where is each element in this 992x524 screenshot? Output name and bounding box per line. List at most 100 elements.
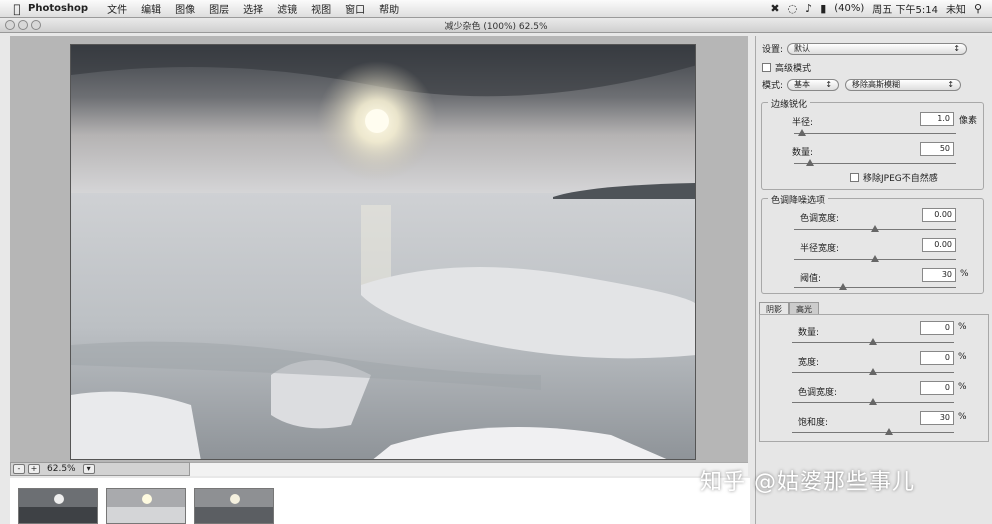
group-title: 色调降噪选项: [768, 193, 829, 206]
menu-file[interactable]: 文件: [100, 1, 134, 16]
shadow-width-slider-handle[interactable]: [869, 368, 877, 375]
battery-icon[interactable]: ▮: [820, 2, 826, 15]
battery-percent: (40%): [834, 3, 865, 14]
thumbnail-strip: [10, 478, 750, 524]
amount-slider-track[interactable]: [794, 163, 956, 164]
radius-width-slider-handle[interactable]: [871, 255, 879, 262]
apple-icon[interactable]: : [6, 2, 28, 16]
advanced-checkbox[interactable]: [762, 63, 771, 72]
status-bar: - + 62.5% ▾: [10, 462, 190, 476]
bluetooth-icon[interactable]: ✖: [770, 2, 779, 15]
volume-icon[interactable]: ♪: [805, 2, 812, 15]
tab-bar: 阴影 高光: [759, 302, 991, 314]
status-bar-fill: [190, 462, 748, 476]
mode-label: 模式:: [762, 81, 784, 91]
shadow-tone-width-field[interactable]: 0: [920, 381, 954, 395]
remove-jpeg-checkbox[interactable]: [850, 173, 859, 182]
tone-noise-group: 色调降噪选项 色调宽度: 0.00 半径宽度: 0.00 阈值: 30 %: [761, 193, 984, 294]
radius-slider-track[interactable]: [794, 133, 956, 134]
tab-highlights[interactable]: 高光: [789, 302, 819, 314]
shadow-width-label: 宽度:: [798, 358, 820, 368]
mode-row: 模式: 基本 ↕ 移除高斯模糊 ↕: [762, 78, 962, 91]
spotlight-icon[interactable]: ⚲: [974, 2, 982, 15]
mode-value: 基本: [794, 80, 811, 89]
edge-sharpen-group: 边缘锐化 半径: 1.0 像素 数量: 50 移除JPEG不自然感: [761, 97, 984, 190]
settings-panel: 设置: 默认 ↕ 高级模式 模式: 基本 ↕ 移除高斯模糊 ↕ 边缘锐化 半径:: [755, 36, 992, 524]
mode-select-2[interactable]: 移除高斯模糊 ↕: [845, 78, 962, 91]
zoom-dropdown-button[interactable]: ▾: [82, 464, 95, 474]
shadow-amount-field[interactable]: 0: [920, 321, 954, 335]
threshold-field[interactable]: 30: [922, 268, 956, 282]
saturation-label: 饱和度:: [798, 418, 829, 428]
threshold-slider-handle[interactable]: [838, 283, 847, 290]
advanced-label: 高级模式: [775, 64, 812, 74]
chevron-down-icon: ↕: [953, 44, 961, 53]
shadow-tone-width-unit: %: [958, 382, 967, 392]
user-name[interactable]: 未知: [946, 1, 966, 16]
menu-select[interactable]: 选择: [236, 1, 270, 16]
tone-width-label: 色调宽度:: [800, 214, 840, 224]
radius-field[interactable]: 1.0: [920, 112, 954, 126]
thumbnail[interactable]: [106, 488, 186, 524]
chevron-down-icon: ↕: [825, 80, 833, 89]
remove-jpeg-row: 移除JPEG不自然感: [850, 171, 938, 184]
shadow-width-unit: %: [958, 352, 967, 362]
watermark: 知乎 @姑婆那些事儿: [700, 470, 915, 495]
menu-layer[interactable]: 图层: [202, 1, 236, 16]
threshold-slider-track[interactable]: [794, 287, 956, 288]
zoom-out-button[interactable]: -: [13, 464, 25, 474]
saturation-slider-handle[interactable]: [885, 428, 894, 435]
saturation-slider-track[interactable]: [792, 432, 954, 433]
preset-label: 设置:: [762, 45, 784, 55]
thumbnail[interactable]: [18, 488, 98, 524]
saturation-field[interactable]: 30: [920, 411, 954, 425]
group-title: 边缘锐化: [768, 97, 811, 110]
tone-width-field[interactable]: 0.00: [922, 208, 956, 222]
tab-shadows[interactable]: 阴影: [759, 302, 789, 314]
threshold-label: 阈值:: [800, 274, 822, 284]
preset-value: 默认: [794, 44, 811, 53]
photoshop-window:  Photoshop 文件 编辑 图像 图层 选择 滤镜 视图 窗口 帮助 ✖…: [0, 0, 992, 524]
shadow-amount-unit: %: [958, 322, 967, 332]
radius-unit: 像素: [959, 116, 978, 126]
radius-width-field[interactable]: 0.00: [922, 238, 956, 252]
menu-view[interactable]: 视图: [304, 1, 338, 16]
preview-area: [10, 36, 748, 464]
preset-select[interactable]: 默认 ↕: [787, 42, 968, 55]
menu-bar:  Photoshop 文件 编辑 图像 图层 选择 滤镜 视图 窗口 帮助 ✖…: [0, 0, 992, 18]
preset-row: 设置: 默认 ↕: [762, 42, 968, 55]
menu-help[interactable]: 帮助: [372, 1, 406, 16]
radius-slider-handle[interactable]: [798, 129, 807, 136]
preview-image[interactable]: [70, 44, 696, 460]
radius-width-label: 半径宽度:: [800, 244, 840, 254]
clock[interactable]: 周五 下午5:14: [872, 1, 938, 16]
thumbnail[interactable]: [194, 488, 274, 524]
menu-image[interactable]: 图像: [168, 1, 202, 16]
advanced-row: 高级模式: [762, 61, 811, 74]
tone-width-slider-handle[interactable]: [871, 225, 879, 232]
shadow-tone-width-slider-handle[interactable]: [869, 398, 877, 405]
radius-label: 半径:: [792, 118, 814, 128]
window-title: 减少杂色 (100%) 62.5%: [444, 21, 548, 32]
remove-jpeg-label: 移除JPEG不自然感: [863, 174, 938, 184]
menu-filter[interactable]: 滤镜: [270, 1, 304, 16]
shadow-width-field[interactable]: 0: [920, 351, 954, 365]
shadow-amount-label: 数量:: [798, 328, 820, 338]
amount-label: 数量:: [792, 148, 814, 158]
threshold-unit: %: [960, 269, 969, 279]
zoom-in-button[interactable]: +: [28, 464, 40, 474]
dialog-title-bar: 减少杂色 (100%) 62.5%: [0, 18, 992, 33]
amount-slider-handle[interactable]: [806, 159, 815, 166]
wifi-icon[interactable]: ◌: [788, 2, 798, 15]
amount-field[interactable]: 50: [920, 142, 954, 156]
app-menu[interactable]: Photoshop: [28, 3, 88, 14]
shadows-group: 数量: 0 % 宽度: 0 % 色调宽度: 0 % 饱和度: 30 %: [759, 314, 989, 442]
mode-select[interactable]: 基本 ↕: [787, 78, 840, 91]
shadow-tone-width-label: 色调宽度:: [798, 388, 838, 398]
saturation-unit: %: [958, 412, 967, 422]
mode-value-2: 移除高斯模糊: [852, 80, 901, 89]
menu-window[interactable]: 窗口: [338, 1, 372, 16]
shadow-amount-slider-handle[interactable]: [869, 338, 877, 345]
zoom-level: 62.5%: [47, 464, 76, 474]
menu-edit[interactable]: 编辑: [134, 1, 168, 16]
